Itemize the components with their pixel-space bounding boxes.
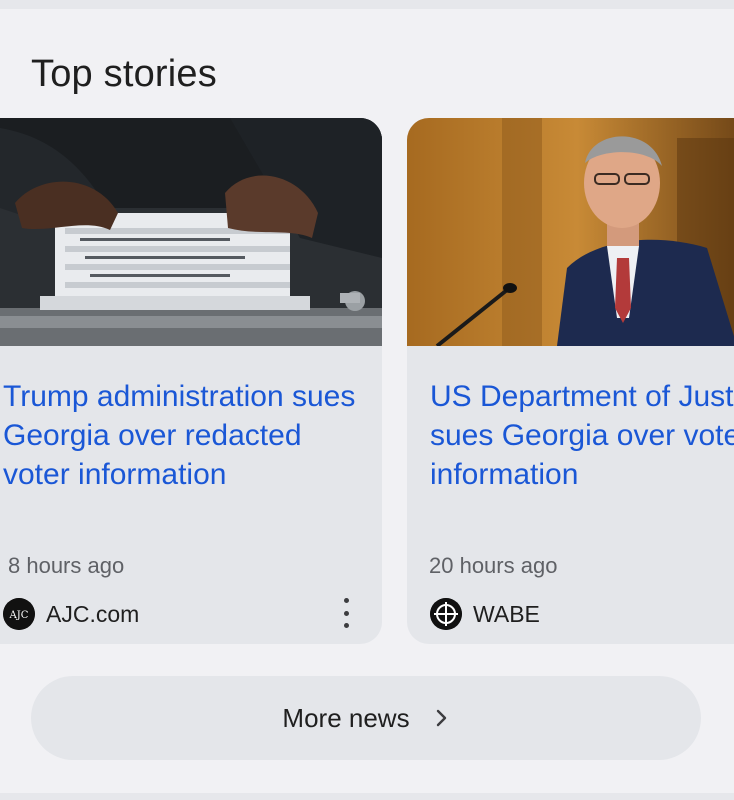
story-source: WABE <box>430 597 540 631</box>
more-news-label: More news <box>282 702 410 733</box>
story-source: AJC AJC.com <box>3 597 139 631</box>
official-at-podium-photo-icon <box>407 118 734 346</box>
source-name: AJC.com <box>46 600 140 627</box>
ballots-photo-icon <box>0 118 382 346</box>
story-image[interactable] <box>0 118 382 346</box>
story-time: 8 hours ago <box>8 553 125 578</box>
ajc-logo-icon: AJC <box>3 598 35 630</box>
section-title: Top stories <box>31 53 217 95</box>
source-name: WABE <box>473 600 540 627</box>
more-options-icon[interactable] <box>338 598 354 628</box>
story-image[interactable] <box>407 118 734 346</box>
story-headline[interactable]: Trump administration sues Georgia over r… <box>3 377 375 494</box>
story-card[interactable]: Trump administration sues Georgia over r… <box>0 118 382 644</box>
story-headline[interactable]: US Department of Justice sues Georgia ov… <box>430 377 734 494</box>
top-stories-panel: Top stories Trump administration sues Ge… <box>0 9 734 793</box>
more-news-button[interactable]: More news <box>31 676 701 760</box>
chevron-right-icon <box>436 709 446 727</box>
story-time: 20 hours ago <box>429 553 558 578</box>
ajc-logo-lettering: AJC <box>9 610 29 621</box>
story-card[interactable]: US Department of Justice sues Georgia ov… <box>407 118 734 644</box>
wabe-logo-icon <box>430 598 462 630</box>
